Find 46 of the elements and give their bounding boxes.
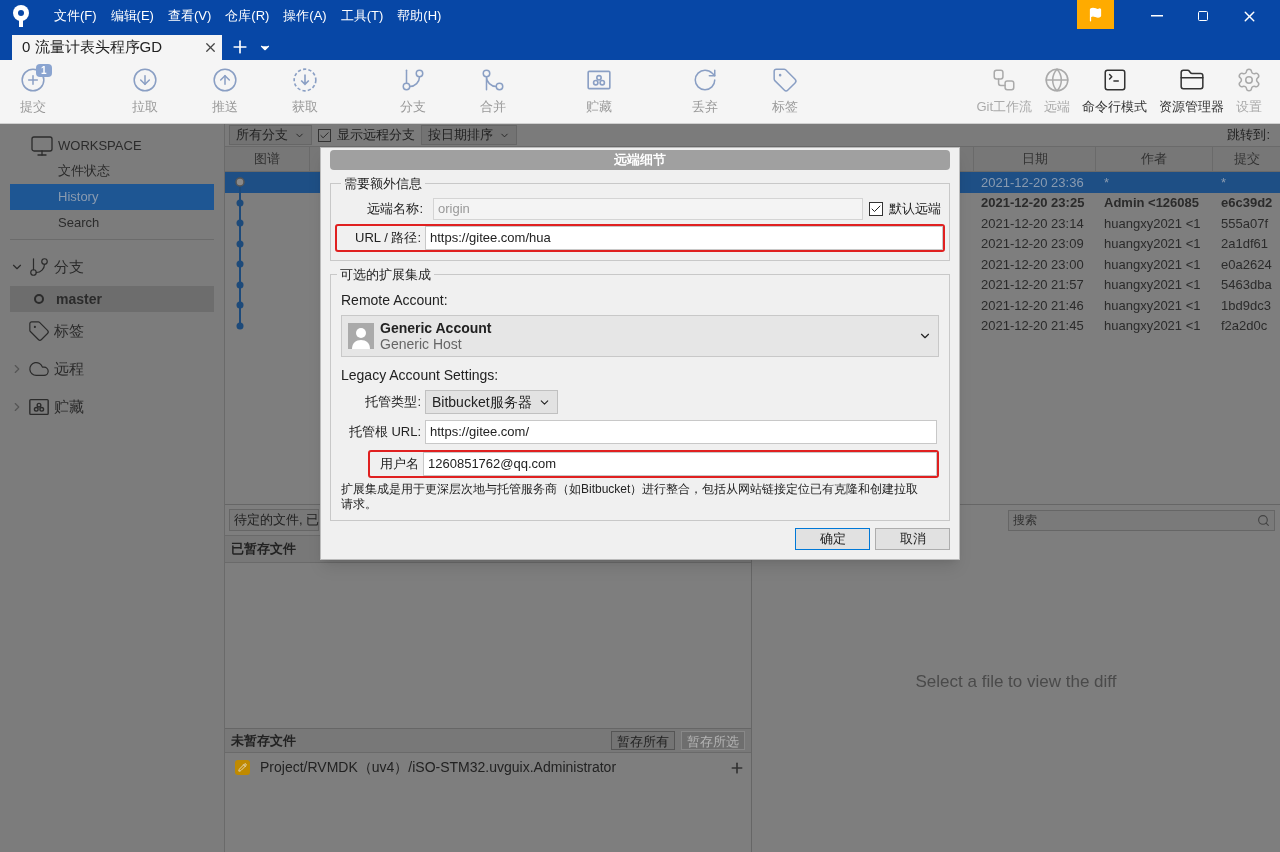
- date-cell-text: 2021-12-20 23:09: [980, 235, 1085, 253]
- field-label: 托管类型:: [364, 393, 422, 412]
- dialog-title: 远端细节: [330, 150, 950, 170]
- group-legend: 可选的扩展集成: [337, 264, 434, 284]
- author-cell-text: huangxy2021 <1: [1103, 317, 1202, 335]
- account-name: Generic Account: [380, 320, 493, 336]
- date-cell-text: 2021-12-20 23:25: [980, 194, 1086, 212]
- commit-cell-text: f2a2d0c: [1220, 317, 1269, 335]
- group-legend: 需要额外信息: [341, 174, 425, 194]
- author-cell-text: huangxy2021 <1: [1103, 214, 1202, 233]
- author-cell-text: huangxy2021 <1: [1103, 276, 1202, 294]
- date-cell-text: 2021-12-20 23:14: [980, 214, 1085, 233]
- checkbox-label: 默认远端: [889, 199, 942, 218]
- field-label: Remote Account:: [341, 291, 449, 310]
- commit-cell-text: 1bd9dc3: [1220, 296, 1272, 315]
- field-label: URL / 路径:: [354, 228, 422, 247]
- date-cell-text: 2021-12-20 21:57: [980, 276, 1085, 294]
- section-heading: 已暂存文件: [231, 540, 296, 559]
- section-heading: 未暂存文件: [231, 731, 297, 750]
- commit-cell-text: *: [1220, 173, 1228, 192]
- date-cell-text: 2021-12-20 21:45: [980, 317, 1085, 335]
- commit-cell-text: e6c39d2: [1220, 194, 1274, 212]
- field-label: 托管根 URL:: [347, 423, 422, 442]
- date-cell-text: 2021-12-20 23:36: [980, 173, 1085, 192]
- commit-cell-text: 2a1df61: [1220, 235, 1269, 253]
- commit-cell-text: e0a2624: [1220, 255, 1273, 274]
- commit-cell-text: 5463dba: [1220, 276, 1273, 294]
- author-cell-text: huangxy2021 <1: [1103, 235, 1202, 253]
- note-text: 扩展集成是用于更深层次地与托管服务商（如Bitbucket）进行整合，包括从网站链接定位已有克隆和创建拉取请求。: [341, 482, 920, 512]
- date-cell-text: 2021-12-20 23:00: [980, 255, 1085, 274]
- author-cell-text: *: [1103, 173, 1111, 192]
- date-cell-text: 2021-12-20 21:46: [980, 296, 1085, 315]
- jump-to-label: 跳转到:: [1227, 126, 1270, 145]
- count-badge: 1: [36, 63, 52, 77]
- section-heading: WORKSPACE: [58, 137, 142, 156]
- field-label: 用户名: [379, 455, 420, 474]
- field-label: Legacy Account Settings:: [341, 366, 500, 385]
- checkbox-label: 显示远程分支: [337, 126, 415, 145]
- field-label: 远端名称:: [366, 199, 424, 218]
- author-cell-text: huangxy2021 <1: [1103, 296, 1202, 315]
- commit-cell-text: 555a07f: [1220, 214, 1269, 233]
- author-cell-text: Admin <126085: [1103, 194, 1201, 212]
- account-host: Generic Host: [380, 336, 463, 352]
- tab-label: 0 流量计表头程序GD: [22, 37, 163, 58]
- branch-name: master: [56, 289, 102, 309]
- author-cell-text: huangxy2021 <1: [1103, 255, 1202, 274]
